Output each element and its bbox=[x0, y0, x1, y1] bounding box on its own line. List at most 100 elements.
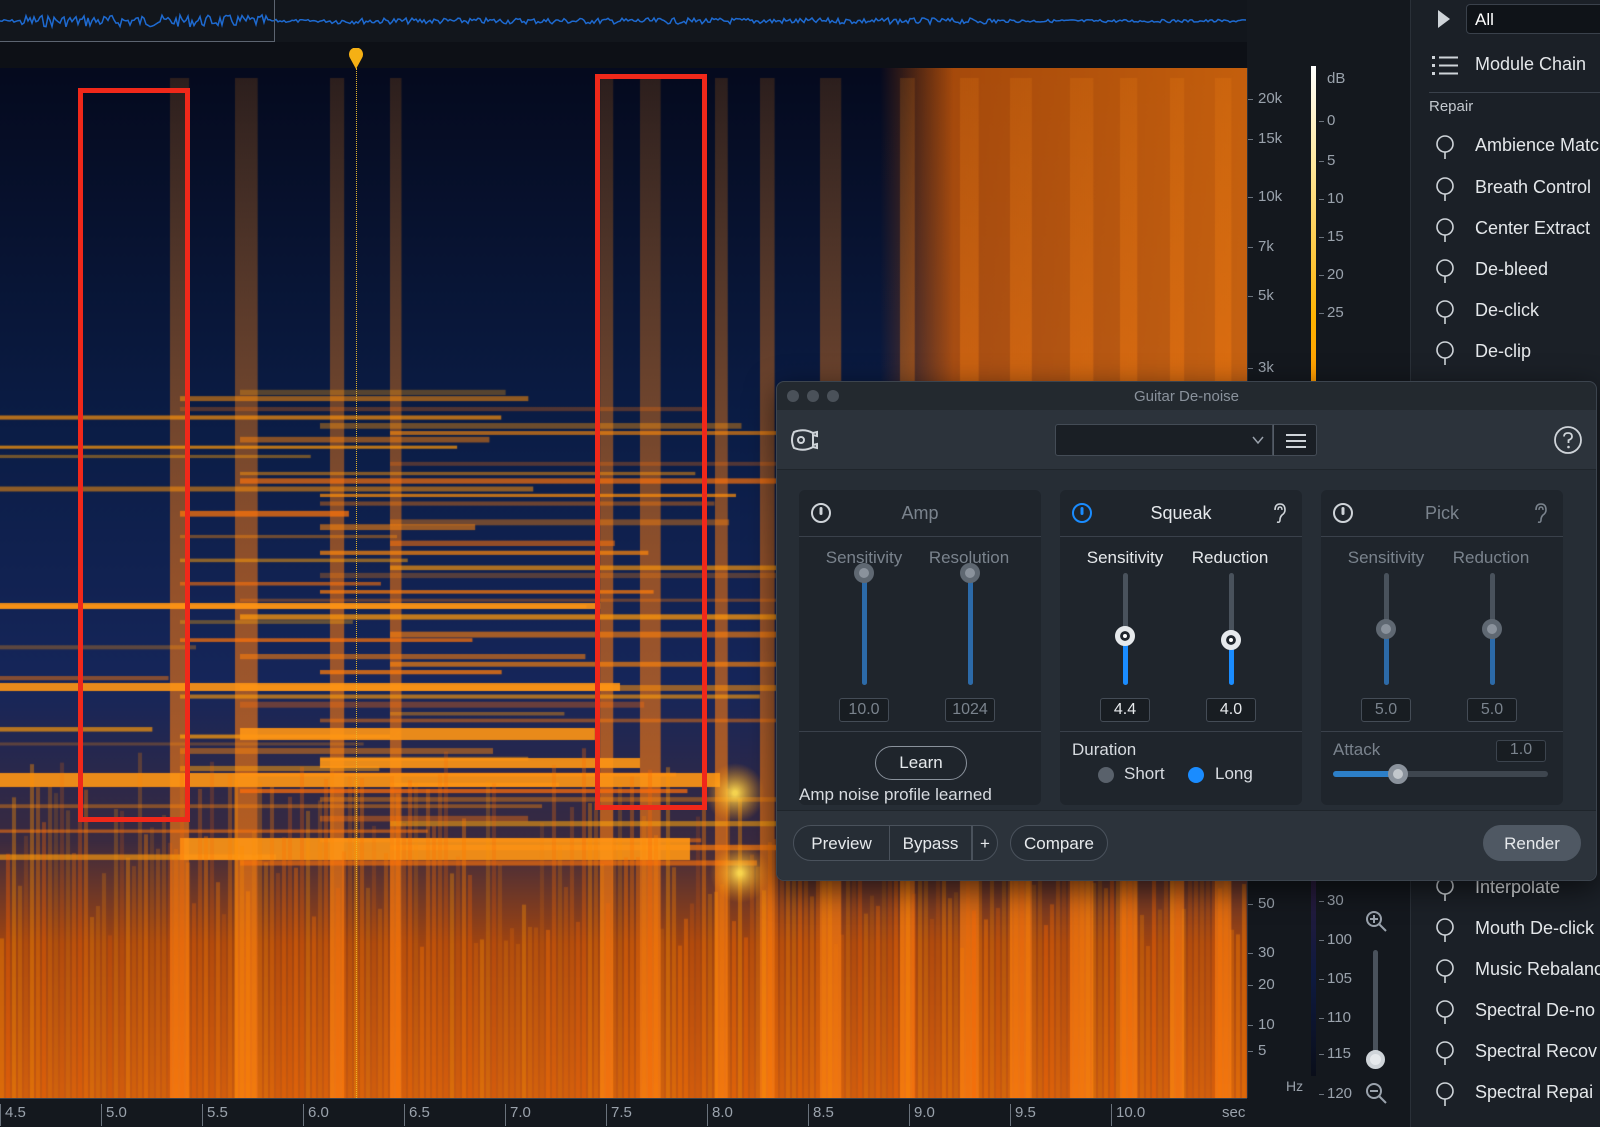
module-chain-label: Module Chain bbox=[1475, 54, 1587, 74]
frequency-unit-label: Hz bbox=[1286, 1078, 1304, 1094]
panel-divider bbox=[1060, 731, 1302, 732]
slider-thumb[interactable] bbox=[1376, 619, 1396, 639]
sidebar-item-de-bleed[interactable]: De-bleed bbox=[1411, 252, 1600, 290]
sidebar-item-spectral-de-noise[interactable]: Spectral De-no bbox=[1411, 993, 1600, 1031]
slider-thumb[interactable] bbox=[1115, 625, 1135, 646]
db-tick-label: 110 bbox=[1327, 1009, 1351, 1026]
time-tick-label: 9.0 bbox=[909, 1104, 935, 1126]
slider-thumb[interactable] bbox=[1482, 619, 1502, 639]
slider-thumb[interactable] bbox=[960, 563, 980, 583]
module-filter-select[interactable]: All bbox=[1466, 4, 1600, 34]
add-bypass-button[interactable]: + bbox=[972, 825, 998, 861]
play-icon[interactable] bbox=[1438, 10, 1450, 28]
ear-listen-icon[interactable] bbox=[1272, 502, 1288, 524]
learn-button[interactable]: Learn bbox=[875, 746, 967, 780]
db-tick bbox=[1319, 1018, 1324, 1019]
sidebar-item-label: Spectral Recov bbox=[1475, 1041, 1598, 1061]
sidebar-item-label: Ambience Matc bbox=[1475, 135, 1600, 155]
attack-slider-thumb[interactable] bbox=[1387, 764, 1408, 784]
preset-menu-button[interactable] bbox=[1273, 424, 1317, 456]
selection-box[interactable] bbox=[595, 74, 707, 810]
frequency-tick bbox=[1248, 99, 1253, 100]
slider-fill bbox=[968, 573, 973, 685]
sidebar-item-mouth-de-click[interactable]: Mouth De-click bbox=[1411, 911, 1600, 949]
frequency-tick-label: 20 bbox=[1258, 976, 1275, 993]
bypass-button[interactable]: Bypass bbox=[890, 825, 972, 861]
duration-short-label[interactable]: Short bbox=[1124, 764, 1165, 784]
sidebar-item-ambience-match[interactable]: Ambience Matc bbox=[1411, 128, 1600, 166]
db-tick-label: 20 bbox=[1327, 266, 1344, 283]
squeak-panel: Squeak Sensitivity Reduction 4.4 4.0 Dur… bbox=[1060, 490, 1302, 805]
duration-long-label[interactable]: Long bbox=[1215, 764, 1253, 784]
compare-button[interactable]: Compare bbox=[1010, 825, 1108, 861]
sidebar-item-label: Spectral De-no bbox=[1475, 1000, 1596, 1020]
selection-box[interactable] bbox=[78, 88, 190, 822]
pick-sensitivity-label: Sensitivity bbox=[1347, 548, 1425, 567]
overview-visible-window[interactable] bbox=[0, 0, 275, 42]
attack-value[interactable]: 1.0 bbox=[1496, 740, 1546, 762]
preview-button[interactable]: Preview bbox=[793, 825, 890, 861]
sidebar-item-music-rebalance[interactable]: Music Rebalanc bbox=[1411, 952, 1600, 990]
squeak-reduction-value[interactable]: 4.0 bbox=[1206, 698, 1256, 722]
pick-sensitivity-value[interactable]: 5.0 bbox=[1361, 698, 1411, 722]
db-tick bbox=[1319, 940, 1324, 941]
db-unit-label: dB bbox=[1327, 70, 1346, 87]
sidebar-item-label: Center Extract bbox=[1475, 218, 1591, 238]
zoom-out-icon[interactable] bbox=[1363, 1080, 1389, 1106]
panel-divider bbox=[799, 731, 1041, 732]
playhead-line bbox=[356, 68, 357, 1098]
sidebar-item-de-click[interactable]: De-click bbox=[1411, 293, 1600, 331]
window-titlebar[interactable]: Guitar De-noise bbox=[777, 382, 1596, 410]
timeline-strip[interactable] bbox=[0, 42, 1247, 68]
sidebar-item-spectral-recovery[interactable]: Spectral Recov bbox=[1411, 1034, 1600, 1072]
slider-track[interactable] bbox=[862, 573, 867, 685]
squeak-sensitivity-value[interactable]: 4.4 bbox=[1100, 698, 1150, 722]
frequency-tick bbox=[1248, 1051, 1253, 1052]
db-tick bbox=[1319, 979, 1324, 980]
time-tick-label: 5.5 bbox=[202, 1104, 228, 1126]
db-tick-label: 10 bbox=[1327, 190, 1344, 207]
pick-reduction-value[interactable]: 5.0 bbox=[1467, 698, 1517, 722]
sidebar-item-spectral-repair[interactable]: Spectral Repai bbox=[1411, 1075, 1600, 1113]
help-icon[interactable] bbox=[1553, 425, 1583, 455]
sidebar-item-label: Mouth De-click bbox=[1475, 918, 1595, 938]
sidebar-item-de-clip[interactable]: De-clip bbox=[1411, 334, 1600, 372]
db-tick-label: 5 bbox=[1327, 152, 1336, 169]
pick-panel-header: Pick bbox=[1321, 490, 1563, 537]
sidebar-item-center-extract[interactable]: Center Extract bbox=[1411, 211, 1600, 249]
frequency-tick-label: 50 bbox=[1258, 895, 1275, 912]
slider-thumb[interactable] bbox=[1221, 630, 1241, 651]
slider-track[interactable] bbox=[968, 573, 973, 685]
waveform-overview[interactable] bbox=[0, 0, 1247, 42]
preset-select[interactable] bbox=[1055, 424, 1273, 456]
slider-track[interactable] bbox=[1229, 573, 1234, 685]
vertical-zoom-controls bbox=[1360, 880, 1400, 1104]
slider-thumb[interactable] bbox=[854, 563, 874, 583]
ear-listen-icon[interactable] bbox=[1533, 502, 1549, 524]
duration-short-radio[interactable] bbox=[1098, 767, 1114, 783]
zoom-in-icon[interactable] bbox=[1363, 908, 1389, 934]
frequency-tick bbox=[1248, 247, 1253, 248]
duration-long-radio[interactable] bbox=[1188, 767, 1204, 783]
frequency-tick bbox=[1248, 197, 1253, 198]
amp-panel-header: Amp bbox=[799, 490, 1041, 537]
zoom-slider-thumb[interactable] bbox=[1366, 1050, 1385, 1069]
db-tick-label: 115 bbox=[1327, 1045, 1351, 1062]
de-click-icon bbox=[1436, 300, 1454, 324]
time-axis: 4.5 5.0 5.5 6.0 6.5 7.0 7.5 8.0 8.5 9.0 9.5 10.0 se… bbox=[0, 1098, 1247, 1127]
playhead-marker-icon[interactable] bbox=[348, 48, 364, 70]
amp-resolution-value[interactable]: 1024 bbox=[945, 698, 995, 722]
sidebar-item-label: De-clip bbox=[1475, 341, 1532, 361]
frequency-tick-label: 20k bbox=[1258, 90, 1283, 107]
render-button[interactable]: Render bbox=[1483, 825, 1581, 861]
amp-sensitivity-value[interactable]: 10.0 bbox=[839, 698, 889, 722]
zoom-slider[interactable] bbox=[1373, 950, 1378, 1060]
attack-slider-track[interactable] bbox=[1333, 771, 1548, 777]
center-extract-icon bbox=[1436, 218, 1454, 242]
attack-label: Attack bbox=[1333, 740, 1381, 759]
db-tick-label: 105 bbox=[1327, 970, 1353, 987]
frequency-tick bbox=[1248, 139, 1253, 140]
sidebar-item-breath-control[interactable]: Breath Control bbox=[1411, 170, 1600, 208]
de-bleed-icon bbox=[1436, 259, 1454, 283]
module-chain-button[interactable]: Module Chain bbox=[1411, 46, 1600, 86]
